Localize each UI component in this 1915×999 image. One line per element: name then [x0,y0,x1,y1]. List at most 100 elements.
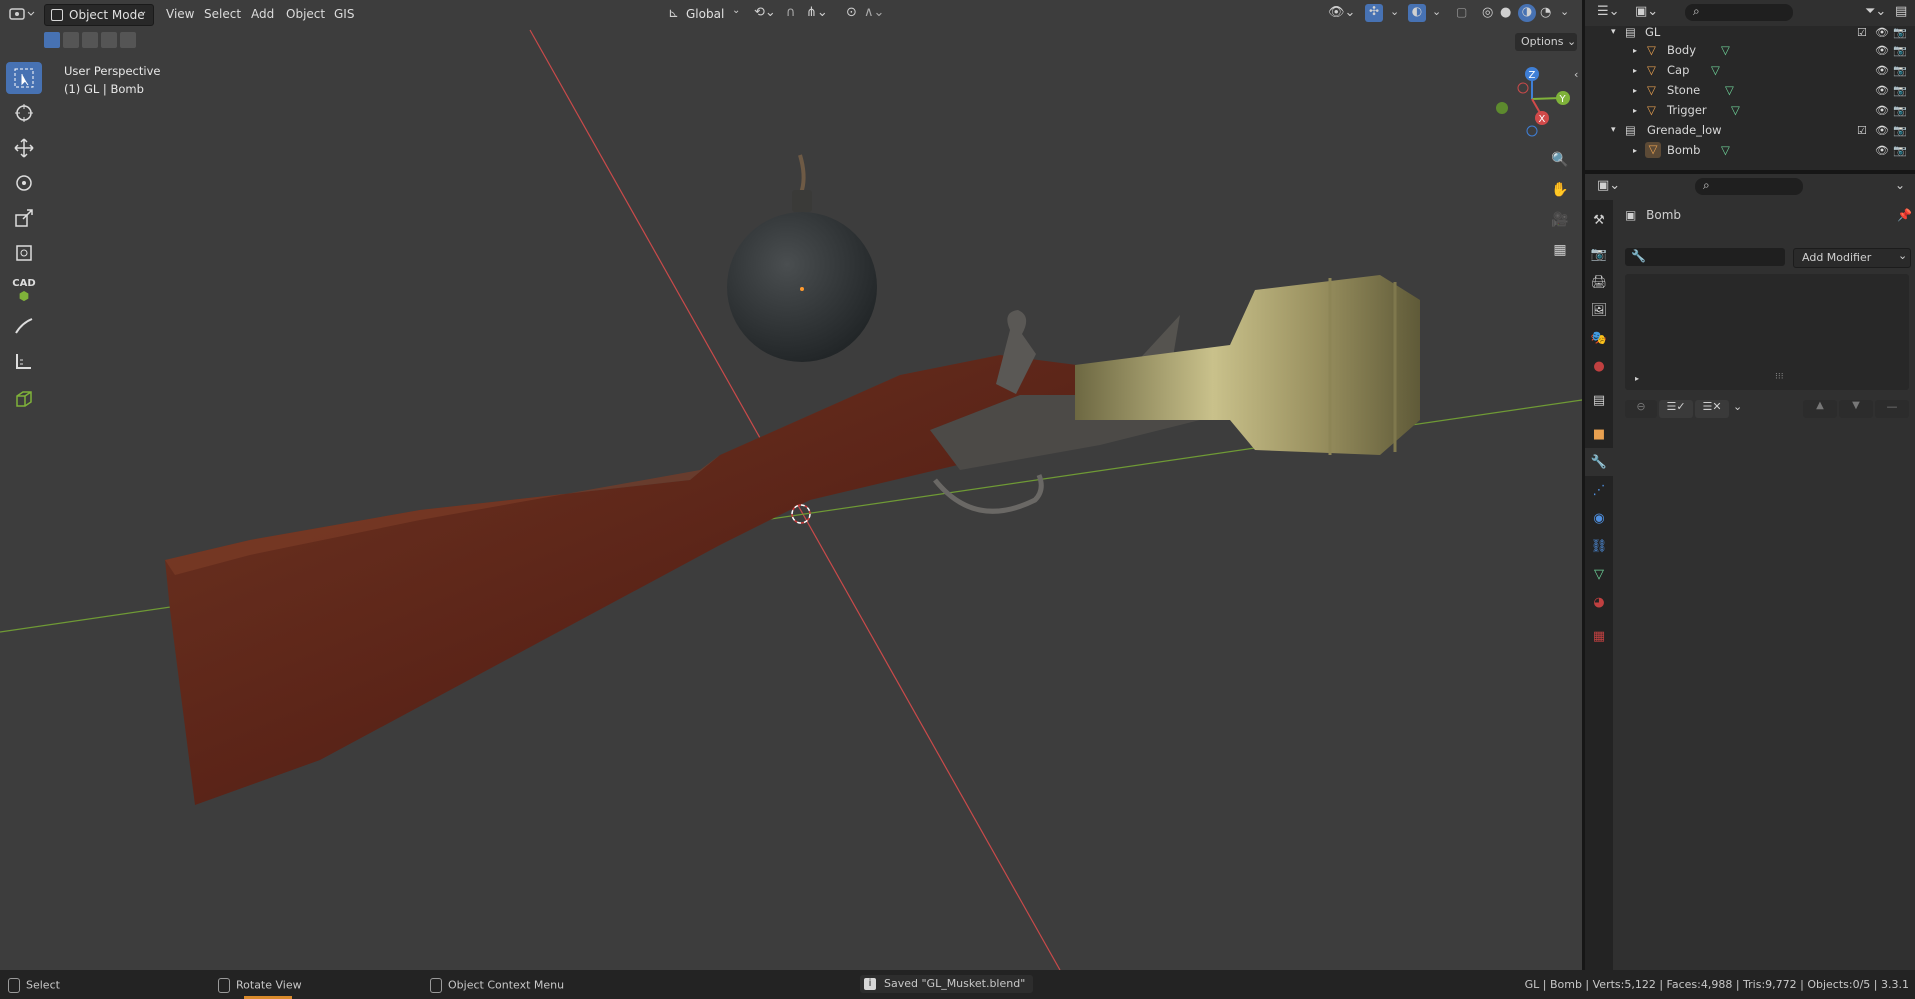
apply-all-icon[interactable]: ☰✓ [1659,400,1693,418]
camera-render-icon[interactable]: 📷 [1893,64,1907,77]
expand-arrow-icon[interactable]: ▸ [1635,374,1639,383]
outliner-row-bomb[interactable]: ▸ ▽ Bomb ▽ 👁 📷 [1585,140,1915,160]
texture-tab-icon[interactable]: ▦ [1585,622,1613,650]
data-tab-icon[interactable]: ▽ [1585,560,1613,588]
eye-icon[interactable]: 👁 [1875,144,1889,157]
snap-target-icon[interactable]: ⋔⌄ [806,5,828,20]
expand-arrow-icon[interactable]: ▸ [1633,66,1637,75]
rotate-tool[interactable] [6,167,42,199]
options-dropdown[interactable]: Options ⌄ [1515,33,1577,51]
chevron-down-icon[interactable]: ⌄ [1733,400,1742,413]
remove-icon[interactable]: — [1875,400,1909,418]
constraints-tab-icon[interactable]: ⛓ [1585,532,1613,560]
render-tab-icon[interactable]: 📷 [1585,240,1613,268]
camera-icon[interactable]: 🎥 [1547,207,1573,233]
new-collection-icon[interactable]: ▤ [1895,4,1907,19]
scale-tool[interactable] [6,202,42,234]
object-mode-dropdown[interactable]: Object Mode ⌄ [44,4,154,26]
expand-arrow-icon[interactable]: ▸ [1633,146,1637,155]
wireframe-shading-icon[interactable]: ◎ [1482,5,1493,20]
navigation-gizmo[interactable]: Z Y X [1485,62,1575,142]
material-preview-icon[interactable]: ◑ [1518,4,1536,22]
menu-select[interactable]: Select [204,7,241,21]
particles-tab-icon[interactable]: ⋰ [1585,476,1613,504]
outliner-row-body[interactable]: ▸ ▽ Body ▽ 👁 📷 [1585,40,1915,60]
solid-shading-icon[interactable]: ● [1500,5,1511,20]
expand-arrow-icon[interactable]: ▸ [1633,46,1637,55]
modifier-search-input[interactable]: 🔧 [1625,248,1785,266]
filter-icon[interactable]: ⏷⌄ [1865,4,1886,19]
mesh-data-icon[interactable]: ▽ [1711,63,1720,77]
camera-render-icon[interactable]: 📷 [1893,124,1907,137]
outliner-search-input[interactable]: ⌕ [1685,4,1793,21]
menu-view[interactable]: View [166,7,194,21]
select-intersect-icon[interactable] [120,32,136,48]
transform-orientation-dropdown[interactable]: ⊾ Global ⌄ [666,4,744,24]
move-tool[interactable] [6,132,42,164]
select-box-tool[interactable] [6,62,42,94]
collection-tab-icon[interactable]: ▤ [1585,386,1613,414]
chevron-down-icon[interactable]: ⌄ [1895,178,1905,192]
camera-render-icon[interactable]: 📷 [1893,26,1907,39]
report-message[interactable]: i Saved "GL_Musket.blend" [860,975,1034,993]
checkbox-icon[interactable]: ☑ [1857,26,1867,39]
measure-tool[interactable] [6,345,42,377]
outliner-row-gl[interactable]: ▾ ▤ GL ☑ 👁 📷 [1585,22,1915,42]
transform-tool[interactable] [6,237,42,269]
view-layer-tab-icon[interactable]: 🖼 [1585,296,1613,324]
3d-viewport[interactable]: Object Mode ⌄ View Select Add Object GIS… [0,0,1582,970]
modifier-list[interactable]: ▸ ⁝⁝⁝ [1625,274,1909,390]
resize-handle-icon[interactable]: ⁝⁝⁝ [1775,372,1784,382]
menu-add[interactable]: Add [251,7,274,21]
editor-type-icon[interactable]: ☰⌄ [1597,4,1620,19]
mesh-data-icon[interactable]: ▽ [1721,43,1730,57]
camera-render-icon[interactable]: 📷 [1893,104,1907,117]
camera-render-icon[interactable]: 📷 [1893,144,1907,157]
outliner-row-stone[interactable]: ▸ ▽ Stone ▽ 👁 📷 [1585,80,1915,100]
select-extend-icon[interactable] [63,32,79,48]
camera-render-icon[interactable]: 📷 [1893,44,1907,57]
mesh-data-icon[interactable]: ▽ [1721,143,1730,157]
mesh-data-icon[interactable]: ▽ [1731,103,1740,117]
world-tab-icon[interactable]: ● [1585,352,1613,380]
move-up-icon[interactable]: ▲ [1803,400,1837,418]
outliner-row-trigger[interactable]: ▸ ▽ Trigger ▽ 👁 📷 [1585,100,1915,120]
chevron-down-icon[interactable]: ⌄ [1432,5,1441,18]
modifier-tab-icon[interactable]: 🔧 [1585,448,1613,476]
mesh-data-icon[interactable]: ▽ [1725,83,1734,97]
material-tab-icon[interactable]: ◕ [1585,588,1613,616]
eye-icon[interactable]: 👁 [1875,104,1889,117]
physics-tab-icon[interactable]: ◉ [1585,504,1613,532]
cad-transform-tool[interactable]: CAD ⬢ [6,275,42,307]
eye-icon[interactable]: 👁 [1875,124,1889,137]
output-tab-icon[interactable]: 🖨 [1585,268,1613,296]
rendered-shading-icon[interactable]: ◔ [1540,5,1551,20]
object-tab-icon[interactable]: ■ [1585,420,1613,448]
annotate-tool[interactable] [6,310,42,342]
add-modifier-dropdown[interactable]: Add Modifier ⌄ [1793,248,1911,268]
checkbox-icon[interactable]: ☑ [1857,124,1867,137]
editor-type-icon[interactable] [8,5,36,23]
pivot-point-icon[interactable]: ⟲⌄ [754,5,776,20]
chevron-down-icon[interactable]: ⌄ [1390,5,1399,18]
remove-unused-icon[interactable]: ⊖ [1625,400,1657,418]
ortho-grid-icon[interactable]: ▦ [1547,237,1573,263]
zoom-icon[interactable]: 🔍 [1547,147,1573,173]
falloff-icon[interactable]: ∧⌄ [864,5,884,20]
pan-hand-icon[interactable]: ✋ [1547,177,1573,203]
menu-object[interactable]: Object [286,7,325,21]
outliner-row-grenade-low[interactable]: ▾ ▤ Grenade_low ☑ 👁 📷 [1585,120,1915,140]
eye-icon[interactable]: 👁 [1875,44,1889,57]
properties-search-input[interactable]: ⌕ [1695,178,1803,195]
select-invert-icon[interactable] [101,32,117,48]
select-subtract-icon[interactable] [82,32,98,48]
eye-icon[interactable]: 👁 [1875,64,1889,77]
cursor-tool[interactable] [6,97,42,129]
expand-arrow-icon[interactable]: ▸ [1633,106,1637,115]
collapse-arrow-icon[interactable]: ▾ [1611,125,1616,135]
gizmo-toggle-icon[interactable]: ✣ [1365,4,1383,22]
outliner-row-cap[interactable]: ▸ ▽ Cap ▽ 👁 📷 [1585,60,1915,80]
visibility-icon[interactable]: 👁⌄ [1328,5,1355,20]
move-down-icon[interactable]: ▼ [1839,400,1873,418]
remove-all-icon[interactable]: ☰✕ [1695,400,1729,418]
